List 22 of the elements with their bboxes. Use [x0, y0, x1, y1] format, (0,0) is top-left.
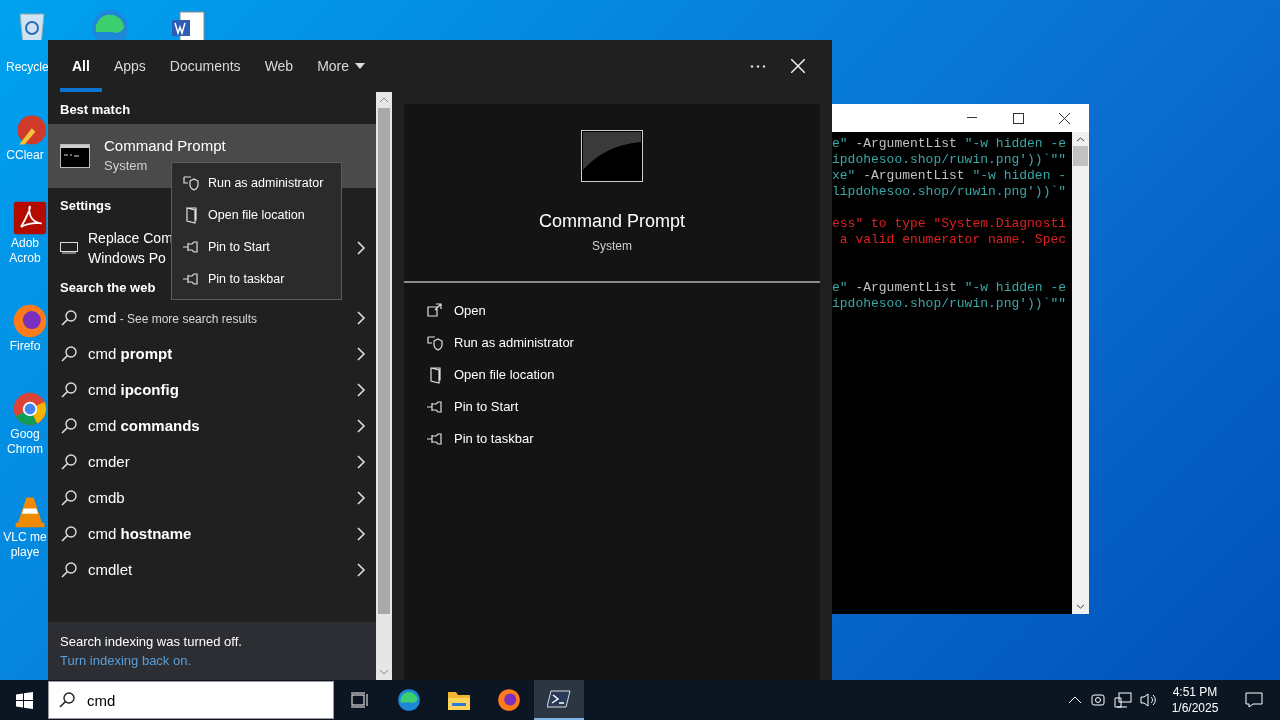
section-heading: Search the web: [59, 279, 156, 297]
indexing-message: Search indexing was turned off.: [60, 632, 242, 651]
console-line: ess" to type "System.Diagnosti: [832, 216, 1068, 232]
icon-label: CClear: [5, 148, 44, 163]
app-subtitle: System: [592, 238, 632, 255]
console-line: e" -ArgumentList "-w hidden -e: [832, 280, 1068, 296]
app-subtitle: System: [104, 157, 149, 175]
console-line: ipdohesoo.shop/ruwin.png'))`"": [832, 152, 1068, 168]
console-line: xe" -ArgumentList "-w hidden -: [832, 168, 1068, 184]
console-line: ipdohesoo.shop/ruwin.png'))`"": [832, 296, 1068, 312]
section-heading: Best match: [59, 101, 131, 119]
icon-label: Firefo: [8, 339, 41, 354]
icon-label: Adob Acrob: [8, 236, 41, 266]
console-line: lipdohesoo.shop/ruwin.png'))`": [832, 184, 1068, 200]
icon-label: VLC me playe: [2, 530, 47, 560]
console-line: e" -ArgumentList "-w hidden -e: [832, 136, 1068, 152]
app-title: Command Prompt: [104, 136, 226, 156]
app-title: Command Prompt: [538, 210, 686, 233]
section-heading: Settings: [59, 197, 112, 215]
icon-label: Goog Chrom: [6, 427, 43, 457]
console-line: a valid enumerator name. Spec: [838, 232, 1068, 248]
icon-label: Recycle: [6, 59, 49, 76]
